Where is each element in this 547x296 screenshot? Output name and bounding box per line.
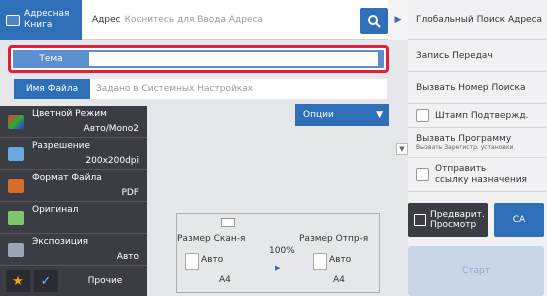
scroll-down-button[interactable]: ▼ xyxy=(396,143,408,155)
recall-search-button[interactable]: Вызвать Номер Поиска xyxy=(408,72,547,104)
check-button[interactable]: ✓ xyxy=(34,270,58,292)
address-input[interactable]: Адрес Коснитесь для Ввода Адреса xyxy=(82,0,388,40)
favorite-button[interactable]: ★ xyxy=(6,270,30,292)
recall-program-label: Вызвать Программу xyxy=(416,134,512,144)
original-title: Оригинал xyxy=(32,205,79,215)
resolution-value: 200x200dpi xyxy=(85,156,139,166)
color-mode-icon xyxy=(8,115,24,129)
bottom-toolbar: ★ ✓ Прочие xyxy=(0,266,147,296)
send-doc-icon xyxy=(313,253,327,270)
color-mode-title: Цветной Режим xyxy=(32,109,107,119)
original-setting[interactable]: Оригинал xyxy=(0,202,147,234)
subject-value[interactable] xyxy=(89,52,378,66)
chevron-down-icon: ▼ xyxy=(376,110,383,120)
address-placeholder: Коснитесь для Ввода Адреса xyxy=(124,14,263,25)
resolution-title: Разрешение xyxy=(32,141,91,151)
resolution-setting[interactable]: Разрешение 200x200dpi xyxy=(0,138,147,170)
scan-mode-value[interactable]: Авто xyxy=(201,255,223,265)
search-icon xyxy=(368,15,381,28)
start-label: Старт xyxy=(462,266,490,276)
subject-label: Тема xyxy=(39,54,63,64)
filename-label: Имя Файла xyxy=(14,79,90,99)
preview-line1: Предварит. xyxy=(430,210,485,220)
color-mode-value: Авто/Mono2 xyxy=(83,124,139,134)
filename-field[interactable]: Имя Файла Задано в Системных Настройках xyxy=(14,79,387,99)
ratio-value: 100% xyxy=(269,246,295,256)
address-book-label: Адресная Книга xyxy=(24,9,70,30)
file-format-icon xyxy=(8,179,24,193)
scan-size-value: A4 xyxy=(219,275,231,285)
scanner-icon xyxy=(221,218,235,227)
options-dropdown[interactable]: Опции ▼ xyxy=(295,104,389,126)
send-log-button[interactable]: Запись Передач xyxy=(408,40,547,72)
resolution-icon xyxy=(8,147,24,161)
send-log-label: Запись Передач xyxy=(416,50,493,61)
send-mode-value[interactable]: Авто xyxy=(329,255,351,265)
start-button[interactable]: Старт xyxy=(408,246,544,296)
search-button[interactable] xyxy=(360,8,388,34)
size-panel: Размер Скан-я Размер Отпр-я 100% Авто ▶ … xyxy=(176,213,380,293)
exposure-setting[interactable]: Экспозиция Авто xyxy=(0,234,147,266)
stamp-label: Штамп Подтвержд. xyxy=(435,110,529,121)
send-link-check-icon xyxy=(416,168,429,181)
stamp-checkbox[interactable]: Штамп Подтвержд. xyxy=(408,104,547,128)
options-label: Опции xyxy=(303,110,334,120)
address-label: Адрес xyxy=(92,14,121,25)
preview-icon xyxy=(414,214,426,226)
preview-button[interactable]: Предварит. Просмотр xyxy=(408,203,488,237)
stamp-check-icon xyxy=(416,109,429,122)
scan-doc-icon xyxy=(185,253,199,270)
check-icon: ✓ xyxy=(40,273,52,289)
color-mode-setting[interactable]: Цветной Режим Авто/Mono2 xyxy=(0,106,147,138)
send-size-label: Размер Отпр-я xyxy=(299,234,369,244)
recall-search-label: Вызвать Номер Поиска xyxy=(416,82,526,93)
scan-size-label: Размер Скан-я xyxy=(177,234,246,244)
ca-label: CA xyxy=(512,215,526,225)
filename-placeholder: Задано в Системных Настройках xyxy=(96,84,254,94)
address-book-icon xyxy=(6,14,20,26)
exposure-icon xyxy=(8,243,24,257)
star-icon: ★ xyxy=(12,273,24,289)
file-format-setting[interactable]: Формат Файла PDF xyxy=(0,170,147,202)
exposure-value: Авто xyxy=(116,252,139,262)
file-format-value: PDF xyxy=(121,188,139,198)
other-label: Прочие xyxy=(87,276,123,286)
file-format-title: Формат Файла xyxy=(32,173,102,183)
recall-program-button[interactable]: Вызвать Программу Вызвать Зарегистр. уст… xyxy=(408,128,547,158)
other-button[interactable]: Прочие xyxy=(64,270,146,292)
global-search-label: Глобальный Поиск Адреса xyxy=(416,14,543,25)
preview-line2: Просмотр xyxy=(430,220,477,230)
recall-program-sub: Вызвать Зарегистр. установки xyxy=(416,144,514,151)
subject-field[interactable]: Тема xyxy=(8,45,389,73)
send-size-value: A4 xyxy=(333,275,345,285)
exposure-title: Экспозиция xyxy=(32,237,89,247)
send-link-line2: ссылку назначения xyxy=(435,174,527,185)
panel-toggle[interactable]: ▶ xyxy=(388,0,408,40)
send-link-checkbox[interactable]: Отправить ссылку назначения xyxy=(408,158,547,192)
chevron-down-icon: ▼ xyxy=(399,145,405,153)
arrow-right-icon: ▶ xyxy=(275,264,281,272)
original-icon xyxy=(8,211,24,225)
global-search-button[interactable]: Глобальный Поиск Адреса xyxy=(408,0,547,40)
send-link-line1: Отправить xyxy=(435,163,487,174)
play-icon: ▶ xyxy=(394,15,402,25)
ca-button[interactable]: CA xyxy=(494,203,544,237)
address-book-button[interactable]: Адресная Книга xyxy=(0,0,82,40)
